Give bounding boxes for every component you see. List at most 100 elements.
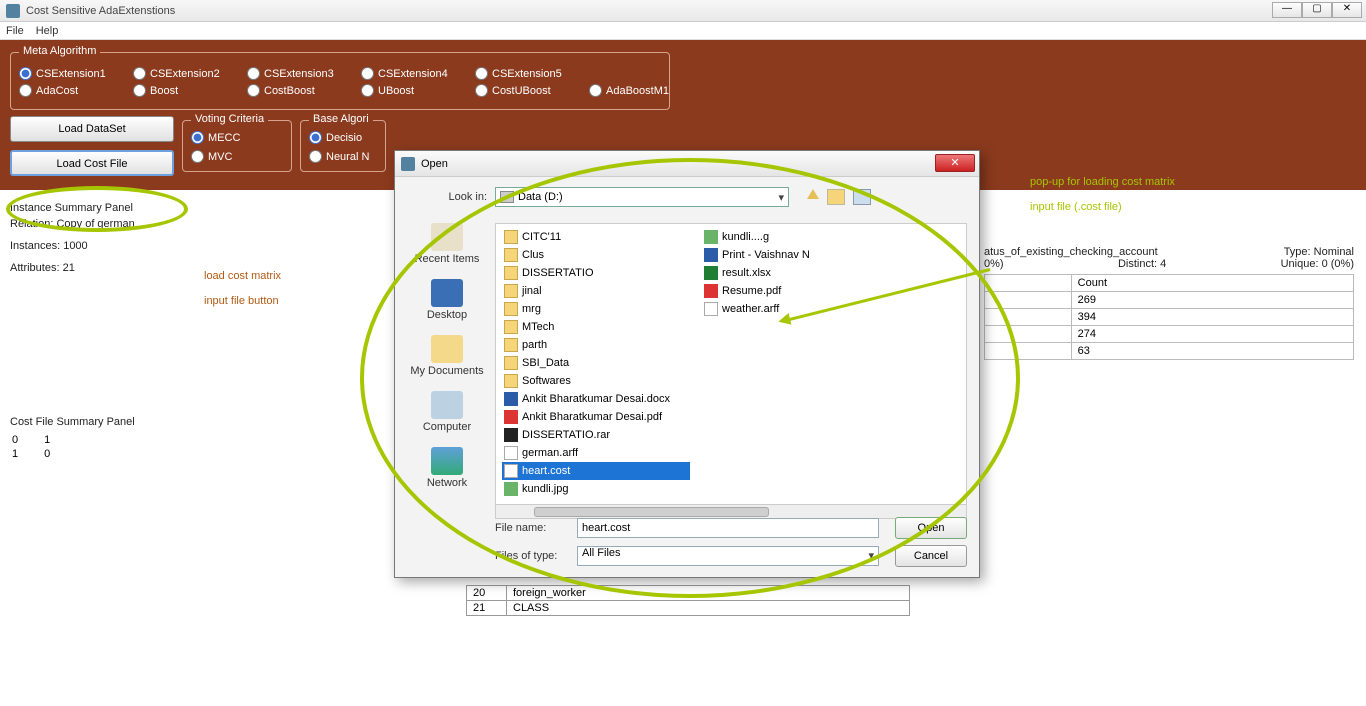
file-item[interactable]: MTech bbox=[502, 318, 690, 336]
dialog-bottom: File name: Open Files of type: All Files… bbox=[495, 511, 967, 567]
file-item[interactable]: Resume.pdf bbox=[702, 282, 840, 300]
radio-neural[interactable]: Neural N bbox=[309, 150, 403, 163]
place-desktop[interactable]: Desktop bbox=[427, 279, 467, 321]
attributes-text: Attributes: 21 bbox=[10, 260, 190, 276]
folder-icon bbox=[504, 230, 518, 244]
file-name: Ankit Bharatkumar Desai.pdf bbox=[522, 411, 662, 423]
file-name: jinal bbox=[522, 285, 542, 297]
menubar: File Help bbox=[0, 22, 1366, 40]
attribute-table-tail: 20foreign_worker 21CLASS bbox=[466, 585, 910, 616]
java-icon bbox=[6, 4, 20, 18]
folder-icon bbox=[504, 248, 518, 262]
file-item[interactable]: kundli.jpg bbox=[502, 480, 690, 498]
radio-csextension4[interactable]: CSExtension4 bbox=[361, 67, 455, 80]
file-name: Ankit Bharatkumar Desai.docx bbox=[522, 393, 670, 405]
filetype-label: Files of type: bbox=[495, 550, 569, 562]
folder-icon bbox=[504, 356, 518, 370]
file-name: heart.cost bbox=[522, 465, 570, 477]
file-item[interactable]: jinal bbox=[502, 282, 690, 300]
file-item[interactable]: heart.cost bbox=[502, 462, 690, 480]
file-item[interactable]: parth bbox=[502, 336, 690, 354]
place-documents[interactable]: My Documents bbox=[410, 335, 483, 377]
maximize-button[interactable] bbox=[1302, 2, 1332, 18]
lookin-row: Look in: Data (D:) bbox=[407, 187, 967, 207]
load-dataset-button[interactable]: Load DataSet bbox=[10, 116, 174, 142]
lookin-label: Look in: bbox=[407, 191, 487, 203]
pdf-icon bbox=[704, 284, 718, 298]
file-item[interactable]: DISSERTATIO bbox=[502, 264, 690, 282]
file-item[interactable]: mrg bbox=[502, 300, 690, 318]
button-column: Load DataSet Load Cost File bbox=[10, 116, 174, 176]
place-computer[interactable]: Computer bbox=[423, 391, 471, 433]
open-button[interactable]: Open bbox=[895, 517, 967, 539]
load-costfile-button[interactable]: Load Cost File bbox=[10, 150, 174, 176]
file-name: parth bbox=[522, 339, 547, 351]
file-name: CITC'11 bbox=[522, 231, 561, 243]
file-item[interactable]: weather.arff bbox=[702, 300, 840, 318]
file-item[interactable]: result.xlsx bbox=[702, 264, 840, 282]
file-icon bbox=[504, 446, 518, 460]
filetype-select[interactable]: All Files bbox=[577, 546, 879, 566]
annotation-2: pop-up for loading cost matrixinput file… bbox=[1030, 168, 1175, 218]
file-item[interactable]: Clus bbox=[502, 246, 690, 264]
view-mode-icon[interactable] bbox=[853, 189, 871, 205]
computer-icon bbox=[431, 391, 463, 419]
open-dialog: Open ✕ Look in: Data (D:) Recent Items D… bbox=[394, 150, 980, 578]
file-name: DISSERTATIO bbox=[522, 267, 594, 279]
place-network[interactable]: Network bbox=[427, 447, 467, 489]
file-item[interactable]: CITC'11 bbox=[502, 228, 690, 246]
close-button[interactable] bbox=[1332, 2, 1362, 18]
radio-mecc[interactable]: MECC bbox=[191, 131, 285, 144]
base-legend: Base Algori bbox=[309, 113, 373, 125]
dialog-toolbar bbox=[807, 189, 871, 205]
radio-costuboost[interactable]: CostUBoost bbox=[475, 84, 569, 97]
up-folder-icon[interactable] bbox=[807, 189, 819, 199]
filename-input[interactable] bbox=[577, 518, 879, 538]
file-col-2: kundli....gPrint - Vaishnav Nresult.xlsx… bbox=[696, 224, 846, 518]
file-name: DISSERTATIO.rar bbox=[522, 429, 610, 441]
file-item[interactable]: Softwares bbox=[502, 372, 690, 390]
file-pane: CITC'11 Clus DISSERTATIO jinal mrgMTech parth… bbox=[495, 223, 967, 519]
radio-mvc[interactable]: MVC bbox=[191, 150, 285, 163]
lookin-select[interactable]: Data (D:) bbox=[495, 187, 789, 207]
menu-file[interactable]: File bbox=[6, 25, 24, 37]
count-header: Count bbox=[1071, 275, 1353, 292]
file-item[interactable]: Ankit Bharatkumar Desai.pdf bbox=[502, 408, 690, 426]
menu-help[interactable]: Help bbox=[36, 25, 59, 37]
voting-fieldset: Voting Criteria MECC MVC bbox=[182, 120, 292, 172]
place-recent[interactable]: Recent Items bbox=[415, 223, 480, 265]
file-item[interactable]: Ankit Bharatkumar Desai.docx bbox=[502, 390, 690, 408]
folder-icon bbox=[504, 374, 518, 388]
cancel-button[interactable]: Cancel bbox=[895, 545, 967, 567]
meta-algorithm-fieldset: Meta Algorithm CSExtension1 CSExtension2… bbox=[10, 52, 670, 110]
dialog-close-button[interactable]: ✕ bbox=[935, 154, 975, 172]
minimize-button[interactable] bbox=[1272, 2, 1302, 18]
docx-icon bbox=[504, 392, 518, 406]
radio-csextension2[interactable]: CSExtension2 bbox=[133, 67, 227, 80]
annotation-1: load cost matrixinput file button bbox=[204, 262, 281, 312]
file-item[interactable]: DISSERTATIO.rar bbox=[502, 426, 690, 444]
file-item[interactable]: SBI_Data bbox=[502, 354, 690, 372]
file-item[interactable]: german.arff bbox=[502, 444, 690, 462]
folder-icon bbox=[504, 284, 518, 298]
documents-icon bbox=[431, 335, 463, 363]
file-name: SBI_Data bbox=[522, 357, 569, 369]
radio-uboost[interactable]: UBoost bbox=[361, 84, 455, 97]
radio-adacost[interactable]: AdaCost bbox=[19, 84, 113, 97]
radio-boost[interactable]: Boost bbox=[133, 84, 227, 97]
recent-icon bbox=[431, 223, 463, 251]
radio-costboost[interactable]: CostBoost bbox=[247, 84, 341, 97]
radio-csextension1[interactable]: CSExtension1 bbox=[19, 67, 113, 80]
radio-decision[interactable]: Decisio bbox=[309, 131, 403, 144]
file-item[interactable]: Print - Vaishnav N bbox=[702, 246, 840, 264]
radio-csextension3[interactable]: CSExtension3 bbox=[247, 67, 341, 80]
radio-csextension5[interactable]: CSExtension5 bbox=[475, 67, 569, 80]
dialog-titlebar[interactable]: Open ✕ bbox=[395, 151, 979, 177]
radio-adaboostm1[interactable]: AdaBoostM1 bbox=[589, 84, 683, 97]
attr-type: Type: Nominal bbox=[1284, 246, 1354, 258]
file-col-1: CITC'11 Clus DISSERTATIO jinal mrgMTech parth… bbox=[496, 224, 696, 518]
new-folder-icon[interactable] bbox=[827, 189, 845, 205]
file-item[interactable]: kundli....g bbox=[702, 228, 840, 246]
img-icon bbox=[704, 230, 718, 244]
pdf-icon bbox=[504, 410, 518, 424]
